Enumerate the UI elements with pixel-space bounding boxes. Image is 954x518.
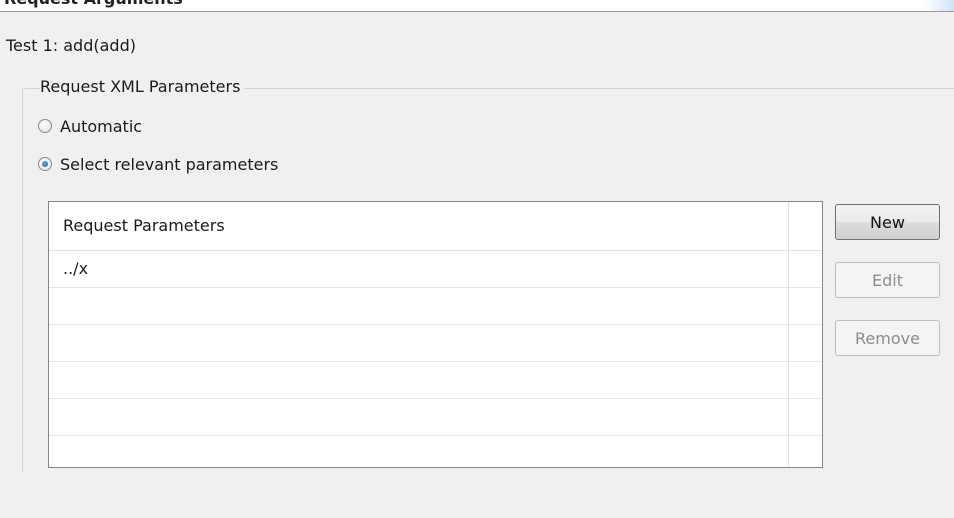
table-row[interactable] (49, 399, 822, 436)
radio-automatic-label: Automatic (60, 116, 143, 136)
dialog-header-title: Request Arguments (4, 0, 183, 8)
test-title: Test 1: add(add) (6, 36, 136, 55)
edit-button[interactable]: Edit (835, 262, 940, 298)
radio-select-relevant[interactable]: Select relevant parameters (38, 152, 278, 176)
table-header-request-parameters: Request Parameters (63, 216, 225, 235)
remove-button[interactable]: Remove (835, 320, 940, 356)
column-separator[interactable] (788, 202, 789, 467)
table-cell: ../x (63, 259, 89, 278)
radio-select-relevant-indicator[interactable] (38, 157, 52, 171)
new-button[interactable]: New (835, 204, 940, 240)
table-row[interactable] (49, 362, 822, 399)
group-legend: Request XML Parameters (40, 77, 245, 96)
radio-automatic[interactable]: Automatic (38, 114, 142, 138)
dialog-header-strip: Request Arguments (0, 0, 954, 12)
radio-automatic-indicator[interactable] (38, 119, 52, 133)
table-row[interactable] (49, 288, 822, 325)
request-parameters-table[interactable]: Request Parameters ../x (48, 201, 823, 468)
radio-select-relevant-label: Select relevant parameters (60, 154, 279, 174)
table-row[interactable] (49, 325, 822, 362)
table-row[interactable] (49, 436, 822, 467)
table-header[interactable]: Request Parameters (49, 202, 822, 251)
header-accent (924, 0, 954, 11)
table-row[interactable]: ../x (49, 251, 822, 288)
